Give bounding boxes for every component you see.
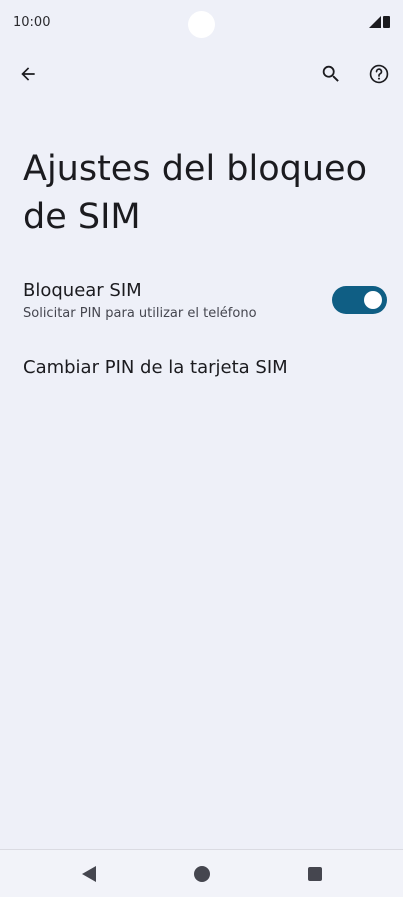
nav-home-button[interactable] bbox=[192, 864, 212, 884]
search-button[interactable] bbox=[313, 56, 349, 92]
nav-back-button[interactable] bbox=[79, 864, 99, 884]
arrow-back-icon bbox=[21, 67, 35, 81]
battery-icon bbox=[383, 16, 390, 28]
navigation-bar bbox=[0, 849, 403, 897]
lock-sim-summary: Solicitar PIN para utilizar el teléfono bbox=[23, 306, 257, 321]
status-time: 10:00 bbox=[13, 15, 51, 30]
toolbar bbox=[0, 48, 403, 96]
toggle-knob bbox=[364, 291, 382, 309]
change-sim-pin-setting[interactable]: Cambiar PIN de la tarjeta SIM bbox=[0, 348, 403, 388]
help-icon bbox=[369, 64, 389, 84]
back-button[interactable] bbox=[10, 56, 46, 92]
nav-home-icon bbox=[194, 866, 210, 882]
nav-recents-button[interactable] bbox=[305, 864, 325, 884]
signal-icon bbox=[369, 16, 381, 28]
help-button[interactable] bbox=[361, 56, 397, 92]
nav-back-icon bbox=[82, 866, 96, 882]
search-icon bbox=[322, 65, 339, 82]
nav-recents-icon bbox=[308, 867, 322, 881]
change-sim-pin-title: Cambiar PIN de la tarjeta SIM bbox=[23, 357, 288, 378]
status-icons bbox=[369, 16, 390, 28]
lock-sim-title: Bloquear SIM bbox=[23, 280, 142, 301]
lock-sim-setting[interactable]: Bloquear SIM Solicitar PIN para utilizar… bbox=[0, 276, 403, 328]
lock-sim-toggle[interactable] bbox=[332, 286, 387, 314]
status-bar: 10:00 bbox=[0, 0, 403, 48]
page-title: Ajustes del bloqueo de SIM bbox=[23, 149, 368, 237]
camera-cutout bbox=[188, 11, 215, 38]
